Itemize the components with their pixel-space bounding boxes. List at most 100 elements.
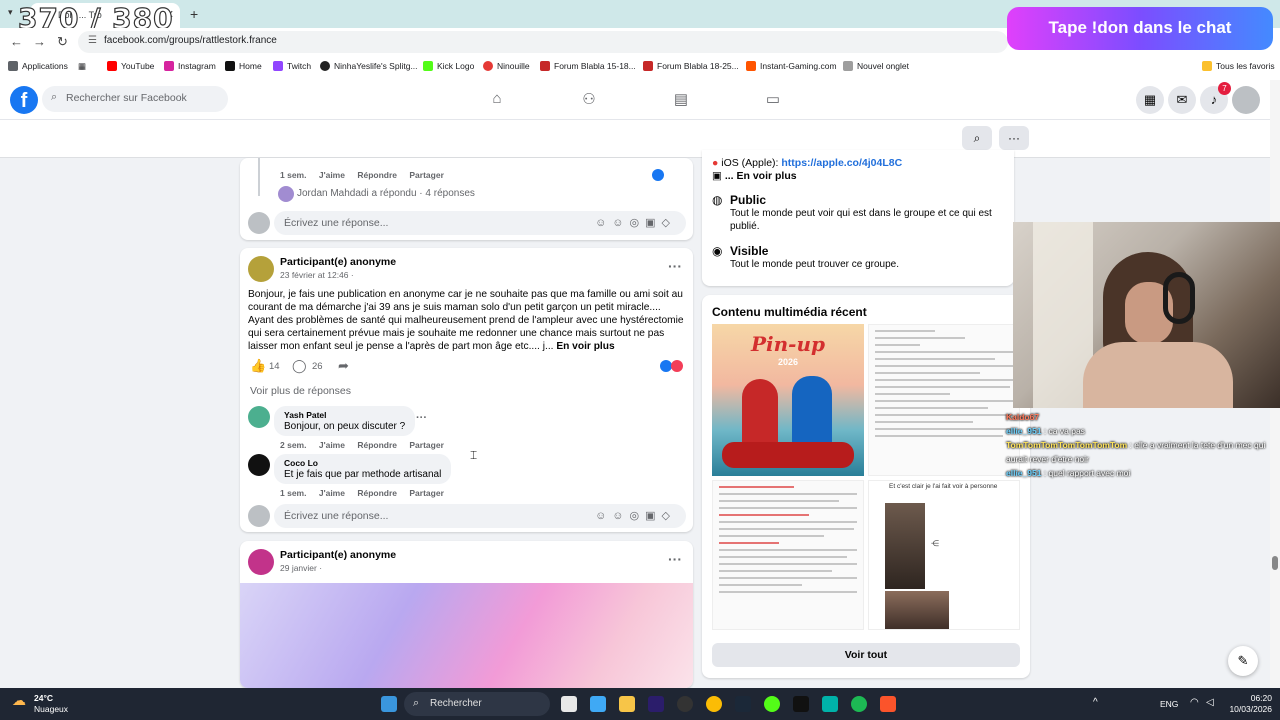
like-link[interactable]: J'aime <box>319 440 345 450</box>
bookmark-forum-18-25[interactable]: Forum Blabla 18-25... <box>643 61 739 71</box>
spotify-icon[interactable] <box>851 696 867 712</box>
grid-icon[interactable]: ▦ <box>78 61 86 72</box>
address-bar[interactable]: ☰ facebook.com/groups/rattlestork.france <box>78 31 1008 53</box>
account-avatar[interactable] <box>1232 86 1260 114</box>
like-link[interactable]: J'aime <box>319 170 345 180</box>
share-link[interactable]: Partager <box>409 440 444 450</box>
volume-icon[interactable]: ◁ <box>1206 697 1214 708</box>
post-image[interactable] <box>240 583 693 688</box>
weather-widget[interactable]: 24°C Nuageux ☁ <box>12 693 68 715</box>
comment-icon[interactable]: ◯ <box>292 358 307 374</box>
task-view-icon[interactable] <box>561 696 577 712</box>
post-date[interactable]: 29 janvier · <box>280 563 322 573</box>
premiere-icon[interactable] <box>648 696 664 712</box>
gaming-icon[interactable]: ▭ <box>763 90 783 108</box>
post-date[interactable]: 23 février at 12:46 · <box>280 270 354 280</box>
bookmark-instagram[interactable]: Instagram <box>164 61 216 71</box>
new-tab-icon[interactable]: + <box>190 6 198 22</box>
share-link[interactable]: Partager <box>409 488 444 498</box>
anonymous-avatar <box>248 549 274 575</box>
reply-tools-icons[interactable]: ☺☺◎▣◇ <box>595 509 676 522</box>
back-icon[interactable]: ← <box>10 34 23 49</box>
bookmark-instant-gaming[interactable]: Instant-Gaming.com <box>746 61 837 71</box>
clock[interactable]: 06:20 10/03/2026 <box>1226 693 1272 715</box>
forward-icon[interactable]: → <box>33 34 46 49</box>
chat-message: TomTomTomTomTomTomTom : elle a vraiment … <box>1006 440 1266 464</box>
reload-icon[interactable]: ↻ <box>57 34 68 50</box>
steam-icon[interactable] <box>735 696 751 712</box>
see-more-link[interactable]: ... En voir plus <box>725 170 797 182</box>
menu-grid-icon[interactable]: ▦ <box>1136 86 1164 114</box>
search-input[interactable]: ⌕ Rechercher sur Facebook <box>42 86 228 112</box>
new-message-button[interactable]: ✎ <box>1228 646 1258 676</box>
like-link[interactable]: J'aime <box>319 488 345 498</box>
reply-link[interactable]: Répondre <box>357 440 397 450</box>
post-body: Bonjour, je fais une publication en anon… <box>248 289 684 352</box>
youtube-icon <box>107 61 117 71</box>
post-card-previous: 1 sem. J'aime Répondre Partager Jordan M… <box>240 158 693 240</box>
see-all-button[interactable]: Voir tout <box>712 643 1020 667</box>
file-explorer-icon[interactable] <box>619 696 635 712</box>
reply-link[interactable]: Répondre <box>357 488 397 498</box>
start-icon[interactable] <box>381 696 397 712</box>
bookmark-new-tab[interactable]: Nouvel onglet <box>843 61 909 71</box>
group-search-icon[interactable]: ⌕ <box>962 126 992 150</box>
bookmark-splitgate[interactable]: NinhaYeslife's Splitg... <box>320 61 418 71</box>
reply-input[interactable]: Écrivez une réponse... ☺☺◎▣◇ <box>274 504 686 528</box>
widgets-icon[interactable] <box>590 696 606 712</box>
taskbar-search[interactable]: ⌕ Rechercher <box>404 692 550 716</box>
bookmark-twitch[interactable]: Twitch <box>273 61 311 71</box>
tab-list-icon[interactable]: ▾ <box>8 7 13 18</box>
media-document[interactable] <box>712 480 864 630</box>
more-replies-link[interactable]: Voir plus de réponses <box>250 385 351 397</box>
marketplace-icon[interactable]: ▤ <box>671 90 691 108</box>
media-screenshot[interactable]: Et c'est clair je l'ai fait voir à perso… <box>868 480 1020 630</box>
messenger-icon[interactable]: ✉ <box>1168 86 1196 114</box>
comment-count: 26 <box>312 361 323 372</box>
share-icon[interactable]: ➦ <box>338 358 349 374</box>
post-more-icon[interactable]: ··· <box>668 258 682 274</box>
apple-icon: ● <box>712 157 719 169</box>
like-icon[interactable]: 👍 <box>250 358 266 374</box>
app-icon[interactable] <box>822 696 838 712</box>
media-pinup-poster[interactable]: Pin-up 2026 <box>712 324 864 476</box>
bookmark-forum-15-18[interactable]: Forum Blabla 15-18... <box>540 61 636 71</box>
brave-icon[interactable] <box>880 696 896 712</box>
all-bookmarks[interactable]: Tous les favoris <box>1202 61 1275 71</box>
ios-link[interactable]: https://apple.co/4j04L8C <box>781 157 902 169</box>
post-more-icon[interactable]: ··· <box>668 551 682 567</box>
site-info-icon[interactable]: ☰ <box>88 35 97 46</box>
comment-more-icon[interactable]: ··· <box>416 412 427 424</box>
page-icon <box>843 61 853 71</box>
bookmark-kick[interactable]: Kick Logo <box>423 61 474 71</box>
chat-message: ellie_951 : ca va pas <box>1006 426 1085 436</box>
post-author[interactable]: Participant(e) anonyme <box>280 549 396 561</box>
facebook-logo[interactable]: f <box>10 86 38 114</box>
share-link[interactable]: Partager <box>409 170 444 180</box>
comment-author[interactable]: Coco Lo <box>284 458 441 468</box>
network-icon[interactable]: ◠ <box>1190 697 1199 708</box>
reply-tools-icons[interactable]: ☺☺◎▣◇ <box>595 216 676 229</box>
language-indicator[interactable]: ENG <box>1160 699 1178 709</box>
tiktok-icon[interactable] <box>793 696 809 712</box>
bookmark-ninouille[interactable]: Ninouille <box>483 61 530 71</box>
post-author[interactable]: Participant(e) anonyme <box>280 256 396 268</box>
obs-icon[interactable] <box>677 696 693 712</box>
replied-summary[interactable]: Jordan Mahdadi a répondu · 4 réponses <box>297 188 475 199</box>
reply-link[interactable]: Répondre <box>357 170 397 180</box>
media-document[interactable] <box>868 324 1020 476</box>
home-icon[interactable]: ⌂ <box>487 90 507 108</box>
friends-icon[interactable]: ⚇ <box>579 90 599 108</box>
reply-input[interactable]: Écrivez une réponse... ☺☺◎▣◇ <box>274 211 686 235</box>
see-more-link[interactable]: En voir plus <box>556 341 614 352</box>
bookmark-youtube[interactable]: YouTube <box>107 61 154 71</box>
bookmark-home[interactable]: Home <box>225 61 262 71</box>
chrome-icon[interactable] <box>706 696 722 712</box>
comment-author[interactable]: Yash Patel <box>284 410 405 420</box>
group-more-icon[interactable]: ··· <box>999 126 1029 150</box>
pinup-figure <box>742 379 778 449</box>
kick-icon[interactable] <box>764 696 780 712</box>
tray-arrow-icon[interactable]: ^ <box>1093 697 1098 708</box>
scroll-thumb[interactable] <box>1272 556 1278 570</box>
bookmark-applications[interactable]: Applications <box>8 61 68 71</box>
